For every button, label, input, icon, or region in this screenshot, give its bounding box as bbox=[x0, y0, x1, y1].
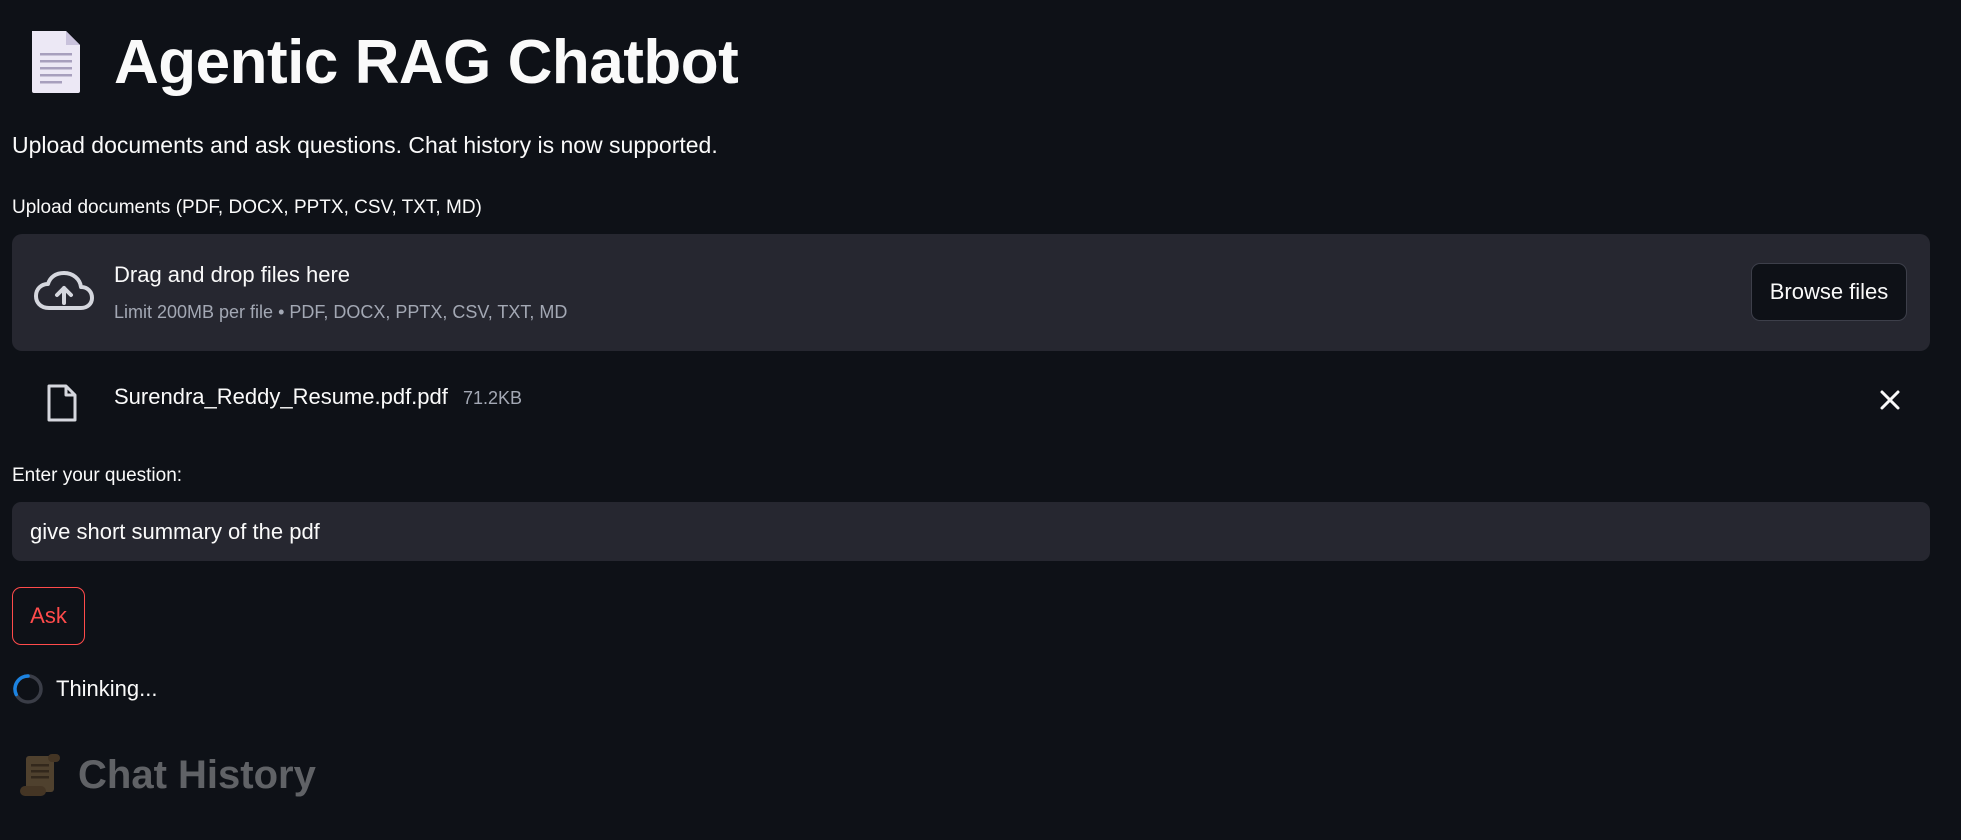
ask-button[interactable]: Ask bbox=[12, 587, 85, 645]
cloud-upload-icon bbox=[34, 271, 94, 310]
file-dropzone[interactable]: Drag and drop files here Limit 200MB per… bbox=[12, 234, 1930, 351]
page-subtitle: Upload documents and ask questions. Chat… bbox=[12, 132, 718, 158]
upload-label: Upload documents (PDF, DOCX, PPTX, CSV, … bbox=[12, 197, 482, 218]
status-text: Thinking... bbox=[56, 676, 158, 701]
document-icon bbox=[32, 31, 80, 93]
dropzone-limit-text: Limit 200MB per file • PDF, DOCX, PPTX, … bbox=[114, 302, 568, 322]
close-icon[interactable] bbox=[1878, 388, 1902, 412]
uploaded-file-name: Surendra_Reddy_Resume.pdf.pdf bbox=[114, 384, 448, 409]
uploaded-file-size: 71.2KB bbox=[463, 388, 523, 408]
spinner-icon bbox=[13, 674, 43, 704]
question-input[interactable] bbox=[12, 502, 1930, 561]
question-label: Enter your question: bbox=[12, 465, 183, 486]
chat-history-title: Chat History bbox=[78, 752, 316, 797]
uploaded-file-item: Surendra_Reddy_Resume.pdf.pdf 71.2KB bbox=[12, 370, 1930, 430]
title-row: Agentic RAG Chatbot bbox=[28, 26, 739, 98]
status-indicator: Thinking... bbox=[12, 672, 158, 706]
scroll-icon bbox=[20, 754, 60, 796]
app-page: Agentic RAG Chatbot Upload documents and… bbox=[0, 0, 1961, 840]
page-title: Agentic RAG Chatbot bbox=[114, 27, 739, 97]
chat-history-heading: Chat History bbox=[18, 750, 316, 800]
file-icon bbox=[47, 384, 77, 422]
browse-files-button[interactable]: Browse files bbox=[1751, 263, 1907, 321]
dropzone-title: Drag and drop files here bbox=[114, 262, 351, 287]
